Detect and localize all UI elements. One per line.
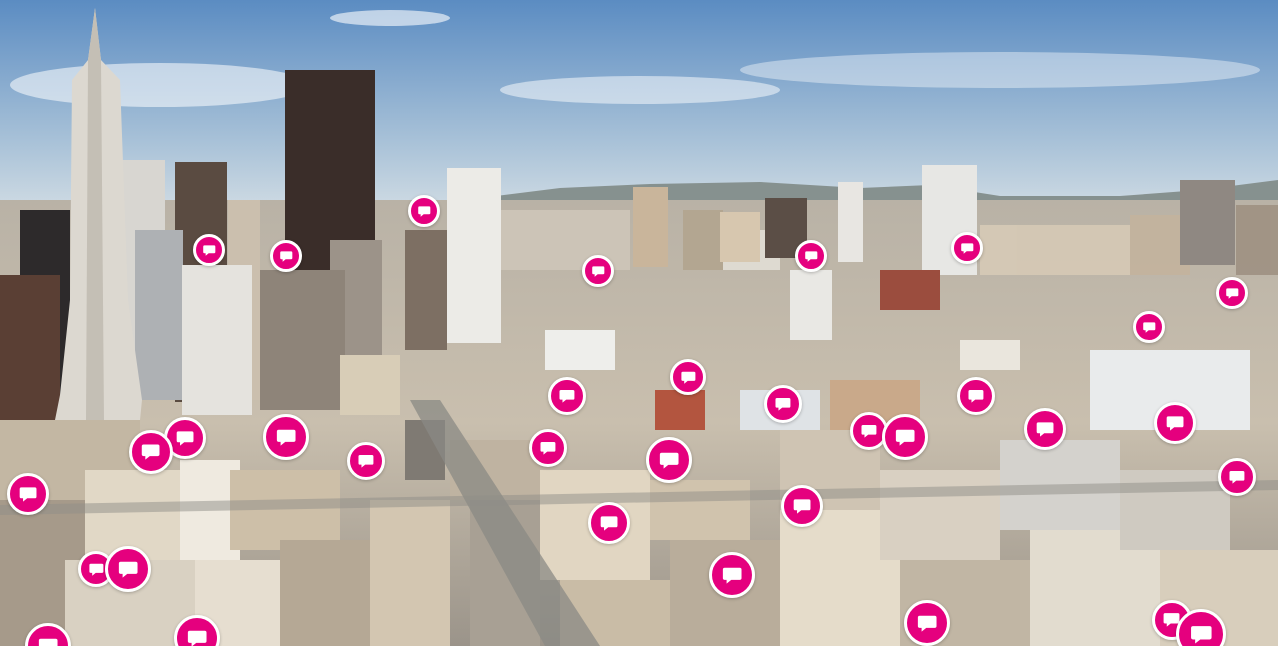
speech-bubble-icon <box>187 630 207 646</box>
speech-bubble-icon <box>276 429 296 446</box>
speech-bubble-icon <box>960 243 974 254</box>
speech-bubble-icon <box>659 452 679 469</box>
comment-marker[interactable] <box>193 234 225 266</box>
speech-bubble-icon <box>793 499 811 514</box>
cloud <box>740 52 1260 88</box>
comment-marker[interactable] <box>1024 408 1066 450</box>
city-photo-view <box>0 0 1278 646</box>
speech-bubble-icon <box>19 487 37 502</box>
speech-bubble-icon <box>895 429 915 446</box>
comment-marker[interactable] <box>670 359 706 395</box>
speech-bubble-icon <box>279 251 293 262</box>
speech-bubble-icon <box>1229 471 1245 484</box>
speech-bubble-icon <box>917 615 937 632</box>
speech-bubble-icon <box>1142 322 1156 333</box>
cloud <box>500 76 780 104</box>
comment-marker[interactable] <box>646 437 692 483</box>
speech-bubble-icon <box>722 567 742 584</box>
city-skyline-image <box>0 0 1278 646</box>
comment-marker[interactable] <box>795 240 827 272</box>
comment-marker[interactable] <box>1154 402 1196 444</box>
speech-bubble-icon <box>38 638 58 646</box>
comment-marker[interactable] <box>129 430 173 474</box>
speech-bubble-icon <box>680 371 695 384</box>
comment-marker[interactable] <box>1216 277 1248 309</box>
comment-marker[interactable] <box>764 385 802 423</box>
speech-bubble-icon <box>591 266 605 277</box>
comment-marker[interactable] <box>105 546 151 592</box>
speech-bubble-icon <box>1225 288 1239 299</box>
speech-bubble-icon <box>600 516 618 531</box>
comment-marker[interactable] <box>781 485 823 527</box>
speech-bubble-icon <box>202 245 216 256</box>
speech-bubble-icon <box>861 425 877 438</box>
speech-bubble-icon <box>775 398 791 411</box>
comment-marker[interactable] <box>882 414 928 460</box>
speech-bubble-icon <box>88 563 103 576</box>
comment-marker[interactable] <box>588 502 630 544</box>
speech-bubble-icon <box>559 390 575 403</box>
comment-marker[interactable] <box>548 377 586 415</box>
comment-marker[interactable] <box>951 232 983 264</box>
speech-bubble-icon <box>968 390 984 403</box>
comment-marker[interactable] <box>347 442 385 480</box>
comment-marker[interactable] <box>529 429 567 467</box>
speech-bubble-icon <box>118 561 138 578</box>
comment-marker[interactable] <box>957 377 995 415</box>
speech-bubble-icon <box>1036 422 1054 437</box>
speech-bubble-icon <box>142 444 160 460</box>
comment-marker[interactable] <box>1218 458 1256 496</box>
speech-bubble-icon <box>176 431 194 446</box>
comment-marker[interactable] <box>904 600 950 646</box>
comment-marker[interactable] <box>270 240 302 272</box>
comment-marker[interactable] <box>263 414 309 460</box>
speech-bubble-icon <box>417 206 431 217</box>
cloud <box>330 10 450 26</box>
speech-bubble-icon <box>1166 416 1184 431</box>
speech-bubble-icon <box>358 455 374 468</box>
comment-marker[interactable] <box>582 255 614 287</box>
speech-bubble-icon <box>1190 625 1212 644</box>
comment-marker[interactable] <box>7 473 49 515</box>
speech-bubble-icon <box>540 442 556 455</box>
comment-marker[interactable] <box>1133 311 1165 343</box>
speech-bubble-icon <box>804 251 818 262</box>
comment-marker[interactable] <box>408 195 440 227</box>
comment-marker[interactable] <box>709 552 755 598</box>
cloud <box>10 63 310 107</box>
